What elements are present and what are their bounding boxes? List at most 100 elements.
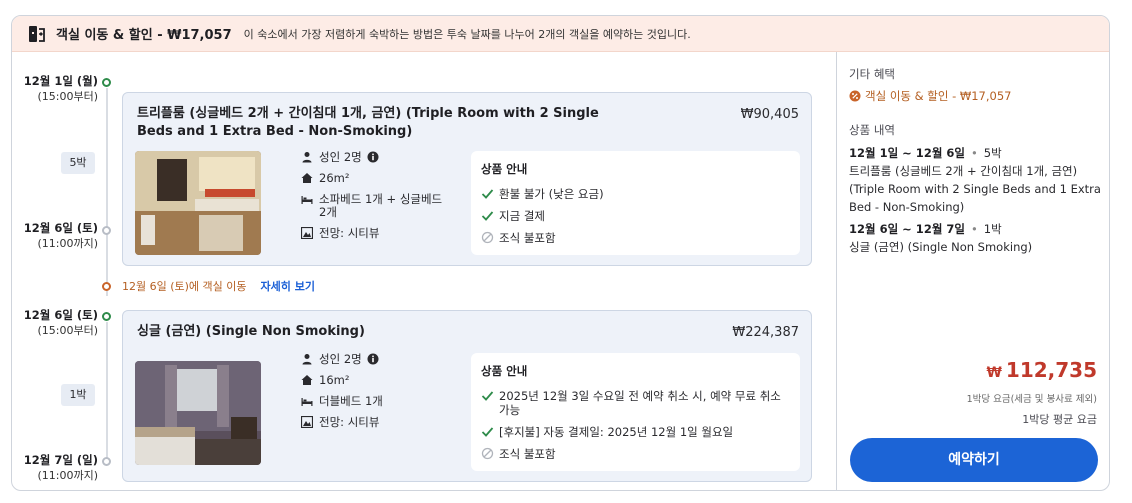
view-icon <box>301 227 313 239</box>
person-icon <box>302 354 312 365</box>
view-icon <box>301 416 313 428</box>
room-photo-image <box>135 361 261 465</box>
bullet-separator: • <box>970 146 978 160</box>
room-move-icon <box>29 25 45 42</box>
room-features: 성인 2명 16m² 더블베드 1개 전망: 시티뷰 <box>301 353 451 437</box>
product-info-item: [후지불] 자동 결제일: 2025년 12월 1일 월요일 <box>481 425 790 439</box>
stay2-checkout: 12월 7일 (일) (11:00까지) <box>22 453 98 483</box>
stay2-checkin-date: 12월 6일 (토) <box>23 308 98 322</box>
stay1-checkin-time: (15:00부터) <box>37 90 98 103</box>
stay2-nights-badge: 1박 <box>61 384 95 406</box>
benefit-text: 객실 이동 & 할인 - ₩17,057 <box>865 89 1012 103</box>
benefits-heading: 기타 혜택 <box>849 67 895 81</box>
total-price: ₩112,735 <box>986 358 1097 382</box>
stay1-checkin-date: 12월 1일 (월) <box>23 74 98 88</box>
feature-guests-text: 성인 2명 <box>319 352 362 366</box>
stay2-summary-nights: 1박 <box>983 222 1002 236</box>
price-note-tax: 1박당 요금(세금 및 봉사료 제외) <box>966 394 1097 405</box>
feature-view-text: 전망: 시티뷰 <box>319 226 380 240</box>
no-icon <box>481 447 494 460</box>
house-icon <box>301 375 313 385</box>
bed-icon <box>301 196 313 204</box>
stay2-summary-dates: 12월 6일 ~ 12월 7일 <box>849 222 965 236</box>
stay1-checkin-dot <box>102 78 111 87</box>
product-info-item: 환불 불가 (낮은 요금) <box>481 187 790 201</box>
product-info: 상품 안내 2025년 12월 3일 수요일 전 예약 취소 시, 예약 무료 … <box>471 353 800 471</box>
itinerary-panel: 12월 1일 (월) (15:00부터) 5박 12월 6일 (토) (11:0… <box>12 52 836 490</box>
product-info-heading: 상품 안내 <box>481 364 528 378</box>
stay2-checkout-time: (11:00까지) <box>37 469 98 482</box>
details-link[interactable]: 자세히 보기 <box>261 280 315 293</box>
stay1-checkin: 12월 1일 (월) (15:00부터) <box>22 74 98 104</box>
stay2-checkin: 12월 6일 (토) (15:00부터) <box>22 308 98 338</box>
room-card-1[interactable]: 트리플룸 (싱글베드 2개 + 간이침대 1개, 금연) (Triple Roo… <box>122 92 812 266</box>
product-info: 상품 안내 환불 불가 (낮은 요금) 지금 결제 조식 불포함 <box>471 151 800 255</box>
stay2-summary-room: 싱글 (금연) (Single Non Smoking) <box>849 240 1033 254</box>
product-info-text: 지금 결제 <box>499 209 545 223</box>
banner-title: 객실 이동 & 할인 - ₩17,057 <box>56 28 232 43</box>
room-photo[interactable] <box>135 361 261 465</box>
room-photo[interactable] <box>135 151 261 255</box>
banner-description: 이 숙소에서 가장 저렴하게 숙박하는 방법은 투숙 날짜를 나누어 2개의 객… <box>243 27 691 41</box>
product-info-item: 2025년 12월 3일 수요일 전 예약 취소 시, 예약 무료 취소 가능 <box>481 389 790 417</box>
stay1-checkout-date: 12월 6일 (토) <box>23 221 98 235</box>
currency-symbol: ₩ <box>986 365 1002 381</box>
feature-guests: 성인 2명 <box>301 151 451 164</box>
stay1-summary: 12월 1일 ~ 12월 6일 • 5박 <box>849 144 1104 162</box>
room-price: ₩224,387 <box>732 325 799 340</box>
person-icon <box>302 152 312 163</box>
house-icon <box>301 173 313 183</box>
stay1-checkout: 12월 6일 (토) (11:00까지) <box>22 221 98 251</box>
details-heading: 상품 내역 <box>849 123 895 137</box>
total-price-value: 112,735 <box>1005 358 1097 382</box>
product-info-item: 조식 불포함 <box>481 447 790 461</box>
book-button[interactable]: 예약하기 <box>850 438 1098 482</box>
feature-view-text: 전망: 시티뷰 <box>319 415 380 429</box>
feature-guests: 성인 2명 <box>301 353 451 366</box>
stay2-checkout-date: 12월 7일 (일) <box>23 453 98 467</box>
stay1-nights-badge: 5박 <box>61 152 95 174</box>
move-dot <box>102 282 111 291</box>
stay1-checkout-time: (11:00까지) <box>37 237 98 250</box>
feature-size: 26m² <box>301 172 451 185</box>
feature-size: 16m² <box>301 374 451 387</box>
stay2-checkin-time: (15:00부터) <box>37 324 98 337</box>
feature-view: 전망: 시티뷰 <box>301 416 451 429</box>
check-icon <box>481 427 494 437</box>
product-info-heading: 상품 안내 <box>481 162 528 176</box>
discount-badge-icon <box>849 90 861 102</box>
room-card-2[interactable]: 싱글 (금연) (Single Non Smoking) ₩224,387 성인… <box>122 310 812 482</box>
room-price: ₩90,405 <box>740 107 799 122</box>
feature-beds-text: 소파베드 1개 + 싱글베드 2개 <box>319 192 443 219</box>
product-info-item: 조식 불포함 <box>481 231 790 245</box>
room-title: 트리플룸 (싱글베드 2개 + 간이침대 1개, 금연) (Triple Roo… <box>137 106 599 139</box>
check-icon <box>481 211 494 221</box>
room-move-text: 12월 6일 (토)에 객실 이동 <box>122 280 247 293</box>
product-info-text: 조식 불포함 <box>499 231 556 245</box>
stay2-checkout-dot <box>102 457 111 466</box>
benefit-item: 객실 이동 & 할인 - ₩17,057 <box>849 88 1011 104</box>
info-icon[interactable] <box>367 151 379 163</box>
price-summary-panel: 기타 혜택 객실 이동 & 할인 - ₩17,057 상품 내역 12월 1일 … <box>836 52 1109 490</box>
stay2-summary: 12월 6일 ~ 12월 7일 • 1박 <box>849 220 1104 238</box>
stay1-checkout-dot <box>102 226 111 235</box>
stay1-summary-room: 트리플룸 (싱글베드 2개 + 간이침대 1개, 금연) (Triple Roo… <box>849 164 1101 214</box>
product-info-text: 조식 불포함 <box>499 447 556 461</box>
check-icon <box>481 391 494 401</box>
feature-view: 전망: 시티뷰 <box>301 227 451 240</box>
price-note-average: 1박당 평균 요금 <box>1022 413 1097 426</box>
feature-guests-text: 성인 2명 <box>319 150 362 164</box>
feature-beds-text: 더블베드 1개 <box>319 394 383 408</box>
feature-size-text: 26m² <box>319 171 350 185</box>
room-photo-image <box>135 151 261 255</box>
bed-icon <box>301 398 313 406</box>
product-info-text: 2025년 12월 3일 수요일 전 예약 취소 시, 예약 무료 취소 가능 <box>499 389 781 417</box>
product-info-text: 환불 불가 (낮은 요금) <box>499 187 604 201</box>
feature-size-text: 16m² <box>319 373 350 387</box>
benefits-section: 기타 혜택 객실 이동 & 할인 - ₩17,057 <box>849 66 1011 104</box>
check-icon <box>481 189 494 199</box>
room-move-banner: 객실 이동 & 할인 - ₩17,057 이 숙소에서 가장 저렴하게 숙박하는… <box>12 16 1109 52</box>
info-icon[interactable] <box>367 353 379 365</box>
stay1-summary-dates: 12월 1일 ~ 12월 6일 <box>849 146 965 160</box>
stay2-timeline-line <box>106 322 108 462</box>
